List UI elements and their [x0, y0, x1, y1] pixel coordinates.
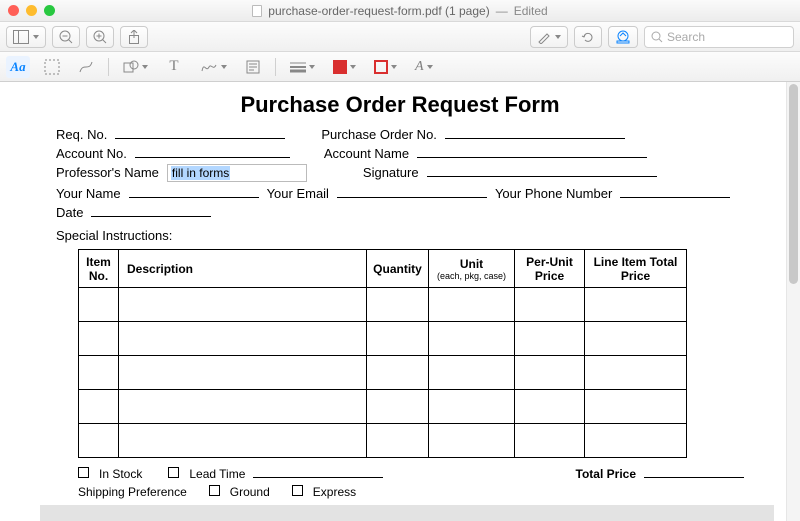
th-line-total: Line Item Total Price: [585, 250, 687, 288]
your-email-field[interactable]: [337, 185, 487, 198]
table-row[interactable]: [79, 322, 687, 356]
th-description: Description: [119, 250, 367, 288]
special-instructions-label: Special Instructions:: [56, 228, 744, 243]
zoom-in-button[interactable]: [86, 26, 114, 48]
professor-name-value: fill in forms: [171, 166, 230, 180]
your-name-field[interactable]: [129, 185, 259, 198]
th-unit: Unit(each, pkg, case): [429, 250, 515, 288]
line-items-table: Item No. Description Quantity Unit(each,…: [78, 249, 687, 458]
signature-field[interactable]: [427, 164, 657, 177]
lead-time-field[interactable]: [253, 466, 383, 478]
account-no-field[interactable]: [135, 145, 290, 158]
shapes-tool[interactable]: [119, 56, 152, 78]
table-row[interactable]: [79, 288, 687, 322]
rectangular-selection-tool[interactable]: [40, 56, 64, 78]
document-icon: [252, 5, 262, 17]
ground-label: Ground: [230, 485, 270, 499]
express-label: Express: [313, 485, 356, 499]
pdf-page: Purchase Order Request Form Req. No. Pur…: [0, 82, 800, 499]
page-title: Purchase Order Request Form: [56, 92, 744, 118]
your-phone-label: Your Phone Number: [495, 186, 612, 201]
account-name-field[interactable]: [417, 145, 647, 158]
rotate-button[interactable]: [574, 26, 602, 48]
window-title: purchase-order-request-form.pdf (1 page): [268, 4, 489, 18]
th-quantity: Quantity: [367, 250, 429, 288]
sign-tool[interactable]: [196, 56, 231, 78]
search-icon: [651, 31, 663, 43]
text-annotation-tool[interactable]: Aa: [6, 56, 30, 78]
scrollbar-thumb[interactable]: [789, 84, 798, 284]
in-stock-label: In Stock: [99, 467, 142, 481]
zoom-window-button[interactable]: [44, 5, 55, 16]
your-phone-field[interactable]: [620, 185, 730, 198]
in-stock-checkbox[interactable]: [78, 467, 89, 478]
req-no-field[interactable]: [115, 126, 285, 139]
view-mode-button[interactable]: [6, 26, 46, 48]
search-field[interactable]: Search: [644, 26, 794, 48]
th-per-unit-price: Per-Unit Price: [515, 250, 585, 288]
sketch-tool[interactable]: [74, 56, 98, 78]
share-button[interactable]: [120, 26, 148, 48]
search-placeholder: Search: [667, 30, 705, 44]
purchase-order-no-field[interactable]: [445, 126, 625, 139]
table-row[interactable]: [79, 424, 687, 458]
lead-time-checkbox[interactable]: [168, 467, 179, 478]
purchase-order-no-label: Purchase Order No.: [321, 127, 437, 142]
page-gutter: [40, 505, 774, 521]
fill-color-tool[interactable]: [370, 56, 401, 78]
total-price-field[interactable]: [644, 466, 744, 478]
font-style-tool[interactable]: A: [411, 56, 437, 78]
window-controls: [8, 5, 55, 16]
date-field[interactable]: [91, 204, 211, 217]
zoom-out-button[interactable]: [52, 26, 80, 48]
th-item-no: Item No.: [79, 250, 119, 288]
window-titlebar: purchase-order-request-form.pdf (1 page)…: [0, 0, 800, 22]
your-email-label: Your Email: [267, 186, 329, 201]
professor-name-label: Professor's Name: [56, 165, 159, 180]
your-name-label: Your Name: [56, 186, 121, 201]
express-checkbox[interactable]: [292, 485, 303, 496]
markup-toggle-button[interactable]: [608, 26, 638, 48]
date-label: Date: [56, 205, 83, 220]
close-window-button[interactable]: [8, 5, 19, 16]
table-row[interactable]: [79, 356, 687, 390]
minimize-window-button[interactable]: [26, 5, 37, 16]
req-no-label: Req. No.: [56, 127, 107, 142]
note-tool[interactable]: [241, 56, 265, 78]
vertical-scrollbar[interactable]: [786, 82, 800, 521]
border-weight-tool[interactable]: [286, 56, 319, 78]
lead-time-label: Lead Time: [189, 467, 245, 481]
document-canvas[interactable]: Purchase Order Request Form Req. No. Pur…: [0, 82, 800, 521]
signature-label: Signature: [363, 165, 419, 180]
total-price-label: Total Price: [576, 467, 636, 481]
text-tool[interactable]: T: [162, 56, 186, 78]
shipping-preference-label: Shipping Preference: [78, 485, 187, 499]
ground-checkbox[interactable]: [209, 485, 220, 496]
table-row[interactable]: [79, 390, 687, 424]
account-name-label: Account Name: [324, 146, 409, 161]
highlight-button[interactable]: [530, 26, 568, 48]
markup-toolbar: Aa T A: [0, 52, 800, 82]
main-toolbar: Search: [0, 22, 800, 52]
account-no-label: Account No.: [56, 146, 127, 161]
window-title-group: purchase-order-request-form.pdf (1 page)…: [0, 4, 800, 18]
border-color-tool[interactable]: [329, 56, 360, 78]
table-header-row: Item No. Description Quantity Unit(each,…: [79, 250, 687, 288]
edited-label: Edited: [514, 4, 548, 18]
professor-name-input[interactable]: fill in forms: [167, 164, 307, 182]
